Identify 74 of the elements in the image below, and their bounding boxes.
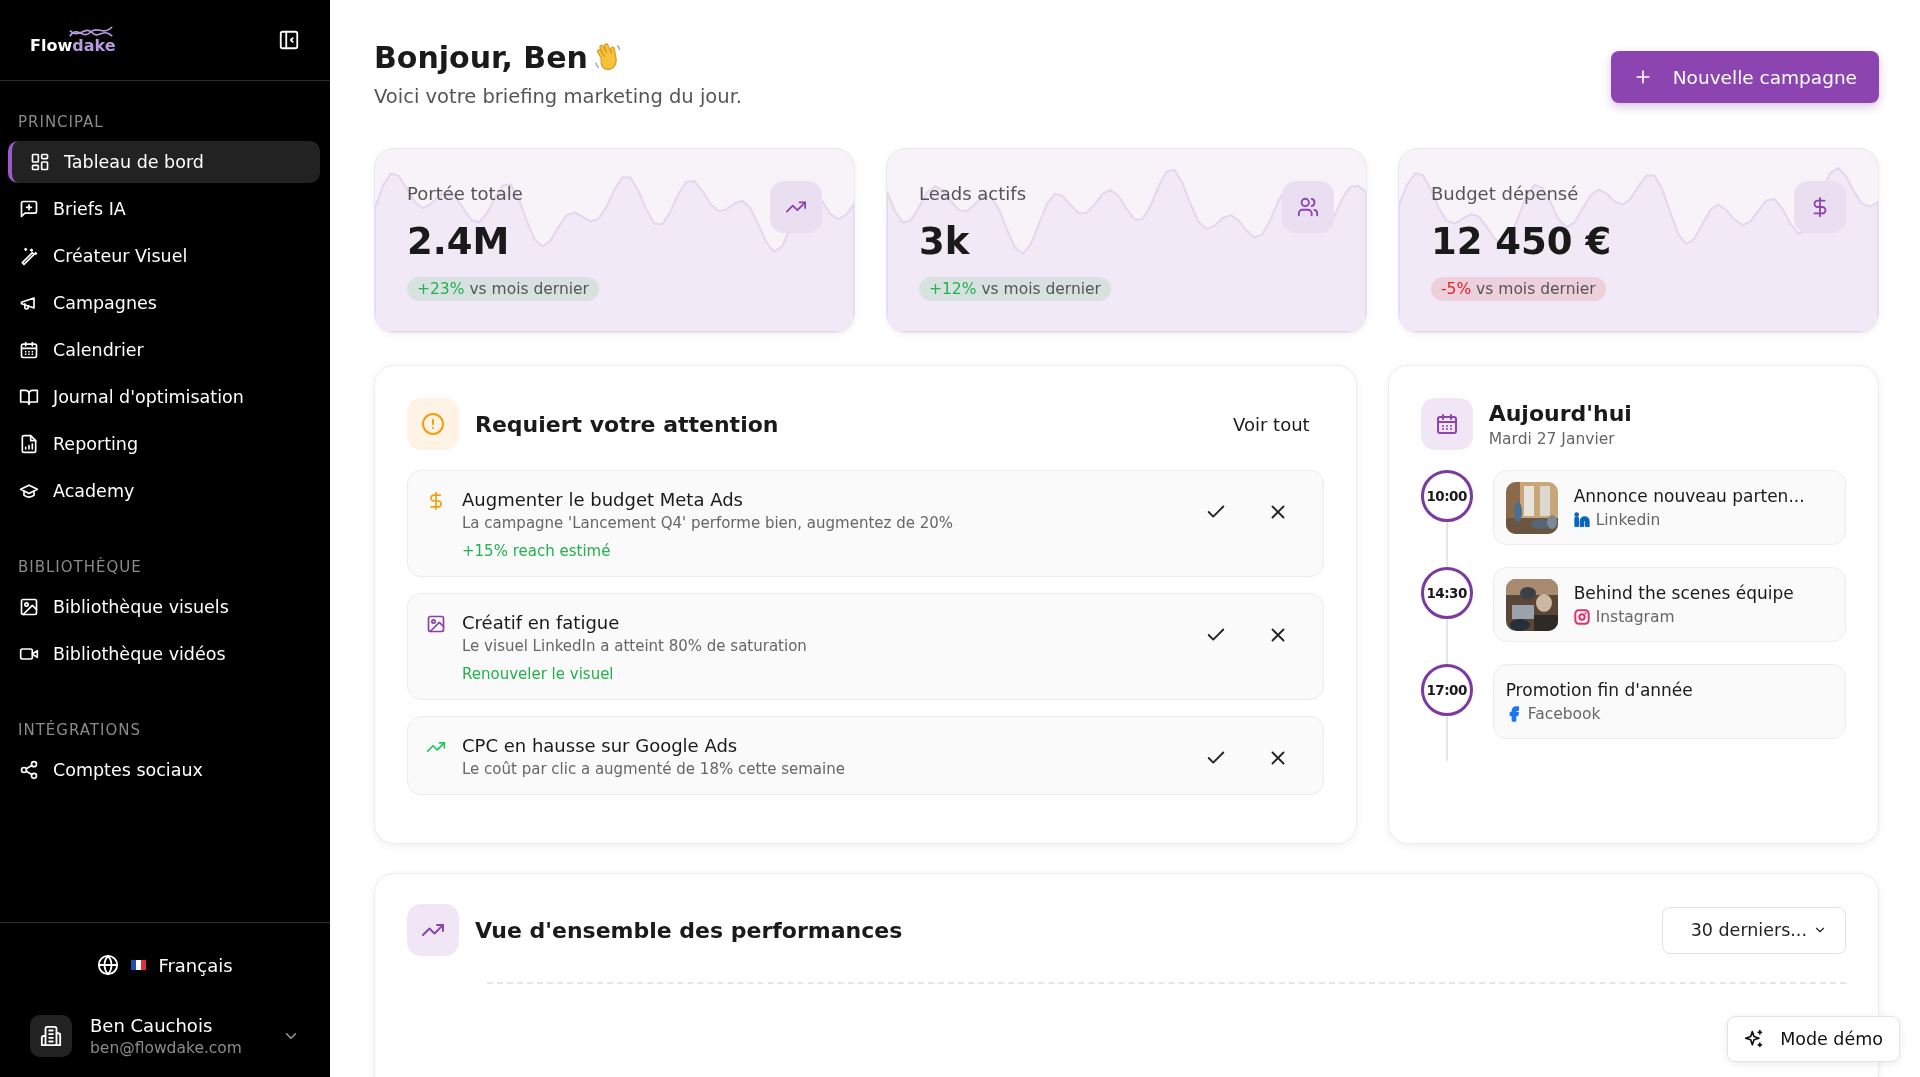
language-selector[interactable]: Français — [30, 953, 300, 977]
event-card[interactable]: Promotion fin d'année Facebook — [1492, 664, 1846, 739]
share-icon — [19, 760, 39, 780]
user-email: ben@flowdake.com — [90, 1039, 243, 1057]
sidebar-item[interactable]: Academy — [10, 470, 320, 512]
time-badge: 10:00 — [1420, 470, 1473, 522]
french-flag-icon — [131, 960, 147, 970]
sidebar-item[interactable]: Reporting — [10, 423, 320, 465]
change-badge: +23% vs mois dernier — [407, 277, 599, 301]
alert-circle-icon — [421, 412, 445, 436]
panel-title: Vue d'ensemble des performances — [475, 917, 904, 943]
sidebar-item[interactable]: Créateur Visuel — [10, 235, 320, 277]
panel-title: Aujourd'hui — [1488, 400, 1632, 426]
alert-title: Augmenter le budget Meta Ads — [462, 489, 744, 510]
user-menu[interactable]: Ben Cauchois ben@flowdake.com — [30, 1015, 300, 1057]
event-title: Behind the scenes équipe — [1573, 583, 1794, 603]
building-icon — [40, 1025, 62, 1047]
event-title: Promotion fin d'année — [1505, 680, 1693, 700]
logo: Flowdake — [30, 25, 116, 55]
period-dropdown[interactable]: 30 derniers... — [1661, 906, 1846, 954]
platform-label: Facebook — [1527, 705, 1601, 723]
sidebar-item[interactable]: Campagnes — [10, 282, 320, 324]
section-label: BIBLIOTHÈQUE — [17, 556, 143, 578]
calendar-icon — [1434, 412, 1459, 436]
image-icon — [19, 597, 39, 617]
demo-mode-button[interactable]: Mode démo — [1727, 1016, 1900, 1062]
user-name: Ben Cauchois — [90, 1015, 214, 1036]
section-label: INTÉGRATIONS — [17, 719, 142, 741]
subtitle: Voici votre briefing marketing du jour. — [374, 85, 743, 108]
alert-description: Le coût par clic a augmenté de 18% cette semaine — [462, 760, 846, 778]
stat-label: Portée totale — [407, 183, 524, 204]
chat-plus-icon — [19, 199, 39, 219]
event-title: Annonce nouveau parten... — [1573, 486, 1805, 506]
alert-title: CPC en hausse sur Google Ads — [462, 735, 739, 756]
new-campaign-button[interactable]: Nouvelle campagne — [1610, 51, 1879, 103]
platform-label: Instagram — [1595, 608, 1675, 626]
event-card[interactable]: Annonce nouveau parten... Linkedin — [1492, 470, 1846, 545]
sidebar-item[interactable]: Tableau de bord — [8, 141, 320, 183]
alert-description: Le visuel LinkedIn a atteint 80% de saturation — [462, 637, 808, 655]
report-icon — [19, 434, 39, 454]
book-icon — [19, 387, 39, 407]
alert-description: La campagne 'Lancement Q4' performe bien, augmentez de 20% — [462, 514, 955, 532]
see-all-link[interactable]: Voir tout — [1233, 413, 1310, 435]
stat-label: Budget dépensé — [1431, 183, 1580, 204]
users-icon — [1297, 196, 1319, 218]
globe-icon — [97, 954, 120, 976]
event-card[interactable]: Behind the scenes équipe Instagram — [1492, 567, 1846, 642]
sidebar-collapse-icon — [278, 29, 300, 51]
stat-value: 2.4M — [407, 220, 511, 263]
magic-wand-icon — [19, 246, 39, 266]
graduation-cap-icon — [19, 481, 39, 501]
dashboard-icon — [30, 152, 50, 172]
time-badge: 17:00 — [1420, 664, 1473, 716]
panel-title: Requiert votre attention — [475, 411, 780, 437]
sidebar-item[interactable]: Comptes sociaux — [10, 749, 320, 791]
platform-label: Linkedin — [1595, 511, 1661, 529]
stat-value: 12 450 € — [1431, 220, 1613, 263]
greeting-title: Bonjour, Ben — [374, 40, 588, 75]
sparkles-icon — [1744, 1029, 1765, 1049]
calendar-icon — [19, 340, 39, 360]
change-badge: +12% vs mois dernier — [919, 277, 1111, 301]
sidebar-item[interactable]: Journal d'optimisation — [10, 376, 320, 418]
date-label: Mardi 27 Janvier — [1488, 429, 1616, 448]
sidebar-item[interactable]: Briefs IA — [10, 188, 320, 230]
time-badge: 14:30 — [1420, 567, 1473, 619]
section-label: PRINCIPAL — [17, 112, 105, 133]
sidebar-item[interactable]: Bibliothèque visuels — [10, 586, 320, 628]
collapse-sidebar-button[interactable] — [278, 29, 300, 51]
stat-value: 3k — [919, 220, 971, 263]
change-badge: -5% vs mois dernier — [1431, 277, 1606, 301]
alert-title: Créatif en fatigue — [462, 612, 621, 633]
sidebar-item[interactable]: Calendrier — [10, 329, 320, 371]
sidebar-item[interactable]: Bibliothèque vidéos — [10, 633, 320, 675]
stat-label: Leads actifs — [919, 183, 1028, 204]
